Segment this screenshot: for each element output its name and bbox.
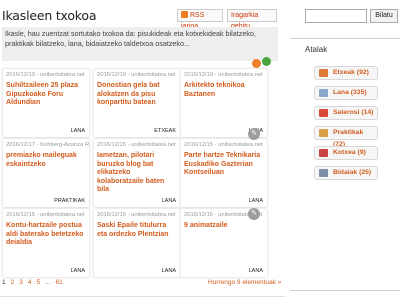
card-meta: 2016/12/19 - unibertsitatea.net xyxy=(97,72,176,78)
intro-text: Ikasle, hau zuentzat sortutako txokoa da… xyxy=(2,27,278,61)
pagination: 1 2 3 4 5... 61 xyxy=(2,279,68,286)
card-title-link[interactable]: Iametzan, pilotari buruzko blog bat elik… xyxy=(94,148,180,195)
section-link[interactable]: Praktikak (72) xyxy=(314,126,378,148)
page-link[interactable]: 2 xyxy=(11,279,15,286)
card-meta: 2016/12/15 - unibertsitatea.net xyxy=(6,212,85,218)
section-link[interactable]: Bidaiak (25) xyxy=(314,166,378,180)
page-ellipsis: ... xyxy=(45,279,51,286)
search-button[interactable]: Bilatu xyxy=(370,9,398,23)
card-category: LANA xyxy=(161,198,176,204)
card-meta: 2016/12/15 - unibertsitatea.net xyxy=(97,142,176,148)
card-title-link[interactable]: premiazko maileguak eskaintzeko xyxy=(3,148,89,169)
section-label: Lana (335) xyxy=(333,89,367,96)
card-category: LANA xyxy=(161,268,176,274)
card-category: ETXEAK xyxy=(154,128,176,134)
ad-card[interactable]: 2016/12/19 - unibertsitatea.net Suhiltzai… xyxy=(2,68,90,138)
card-meta: 2016/12/19 - unibertsitatea.net xyxy=(184,72,263,78)
rss-feed-button[interactable]: RSS jarioa xyxy=(177,9,223,30)
card-category: LANA xyxy=(248,198,263,204)
ad-card[interactable]: 2016/12/15 - unibertsitatea.net Saski Epa… xyxy=(93,208,181,278)
card-category: PRAKTIKAK xyxy=(54,198,85,204)
globe-icon xyxy=(319,169,328,177)
card-category: LANA xyxy=(70,268,85,274)
divider xyxy=(290,38,400,39)
section-link[interactable]: Lana (335) xyxy=(314,86,378,100)
card-meta: 2016/12/19 - unibertsitatea.net xyxy=(6,72,85,78)
page-title: Ikasleen txokoa xyxy=(2,8,97,23)
page-link[interactable]: 4 xyxy=(28,279,32,286)
search-input[interactable] xyxy=(305,9,367,23)
rss-icon xyxy=(181,11,188,18)
section-label: Kotxea (9) xyxy=(333,149,366,156)
card-title-link[interactable]: Arkitekto teknikoa Baztanen xyxy=(181,78,267,99)
ad-card[interactable]: 2016/12/19 - unibertsitatea.net Donostian… xyxy=(93,68,181,138)
ad-card[interactable]: 2016/12/17 - Kohberg-Azanza Robertspremi… xyxy=(2,138,90,208)
next-items-link[interactable]: Hurrengo 9 elementuak » xyxy=(208,279,281,286)
cart-icon xyxy=(319,109,328,117)
section-link[interactable]: Kotxea (9) xyxy=(314,146,378,160)
section-label: Etxeak (92) xyxy=(333,69,369,76)
card-title-link[interactable]: Suhiltzaileen 25 plaza Gipuzkoako Foru A… xyxy=(3,78,89,108)
orange-pin-icon xyxy=(252,59,261,68)
comment-icon: ✎ xyxy=(248,128,260,140)
section-link[interactable]: Salerosi (14) xyxy=(314,106,378,120)
card-meta: 2016/12/15 - unibertsitatea.net xyxy=(97,212,176,218)
card-title-link[interactable]: Saski Epaile titulurra eta ordezko Plent… xyxy=(94,218,180,239)
card-title-link[interactable]: Parte hartze Teknikaria Euskadiko Gazter… xyxy=(181,148,267,178)
page-link[interactable]: 61 xyxy=(56,279,63,286)
ad-card[interactable]: 2016/12/15 - unibertsitatea.net Kontu-har… xyxy=(2,208,90,278)
section-label: Salerosi (14) xyxy=(333,109,374,116)
ad-card[interactable]: 2016/12/15 - unibertsitatea.net Iametzan,… xyxy=(93,138,181,208)
ad-card[interactable]: 2016/12/15 - unibertsitatea.net Parte har… xyxy=(180,138,268,208)
sections-title: Atalak xyxy=(305,45,328,54)
green-pin-icon xyxy=(262,57,271,66)
add-ad-button[interactable]: Iragarkia gehitu xyxy=(227,9,277,30)
briefcase-icon xyxy=(319,89,328,97)
divider xyxy=(290,290,400,291)
card-category: LANA xyxy=(70,128,85,134)
house-icon xyxy=(319,69,328,77)
page-link[interactable]: 5 xyxy=(37,279,41,286)
page-link[interactable]: 3 xyxy=(19,279,23,286)
card-title-link[interactable]: Donostian gela bat alokatzen da pisu kon… xyxy=(94,78,180,108)
section-link[interactable]: Etxeak (92) xyxy=(314,66,378,80)
card-category: LANA xyxy=(248,268,263,274)
page-link[interactable]: 1 xyxy=(2,279,6,286)
car-icon xyxy=(319,149,328,157)
card-title-link[interactable]: Kontu-hartzaile postua aldi baterako bet… xyxy=(3,218,89,248)
graduation-icon xyxy=(319,129,328,137)
divider xyxy=(0,296,285,297)
section-label: Bidaiak (25) xyxy=(333,169,372,176)
card-meta: 2016/12/17 - Kohberg-Azanza Roberts xyxy=(6,142,89,148)
card-meta: 2016/12/15 - unibertsitatea.net xyxy=(184,142,263,148)
comment-icon: ✎ xyxy=(248,208,260,220)
